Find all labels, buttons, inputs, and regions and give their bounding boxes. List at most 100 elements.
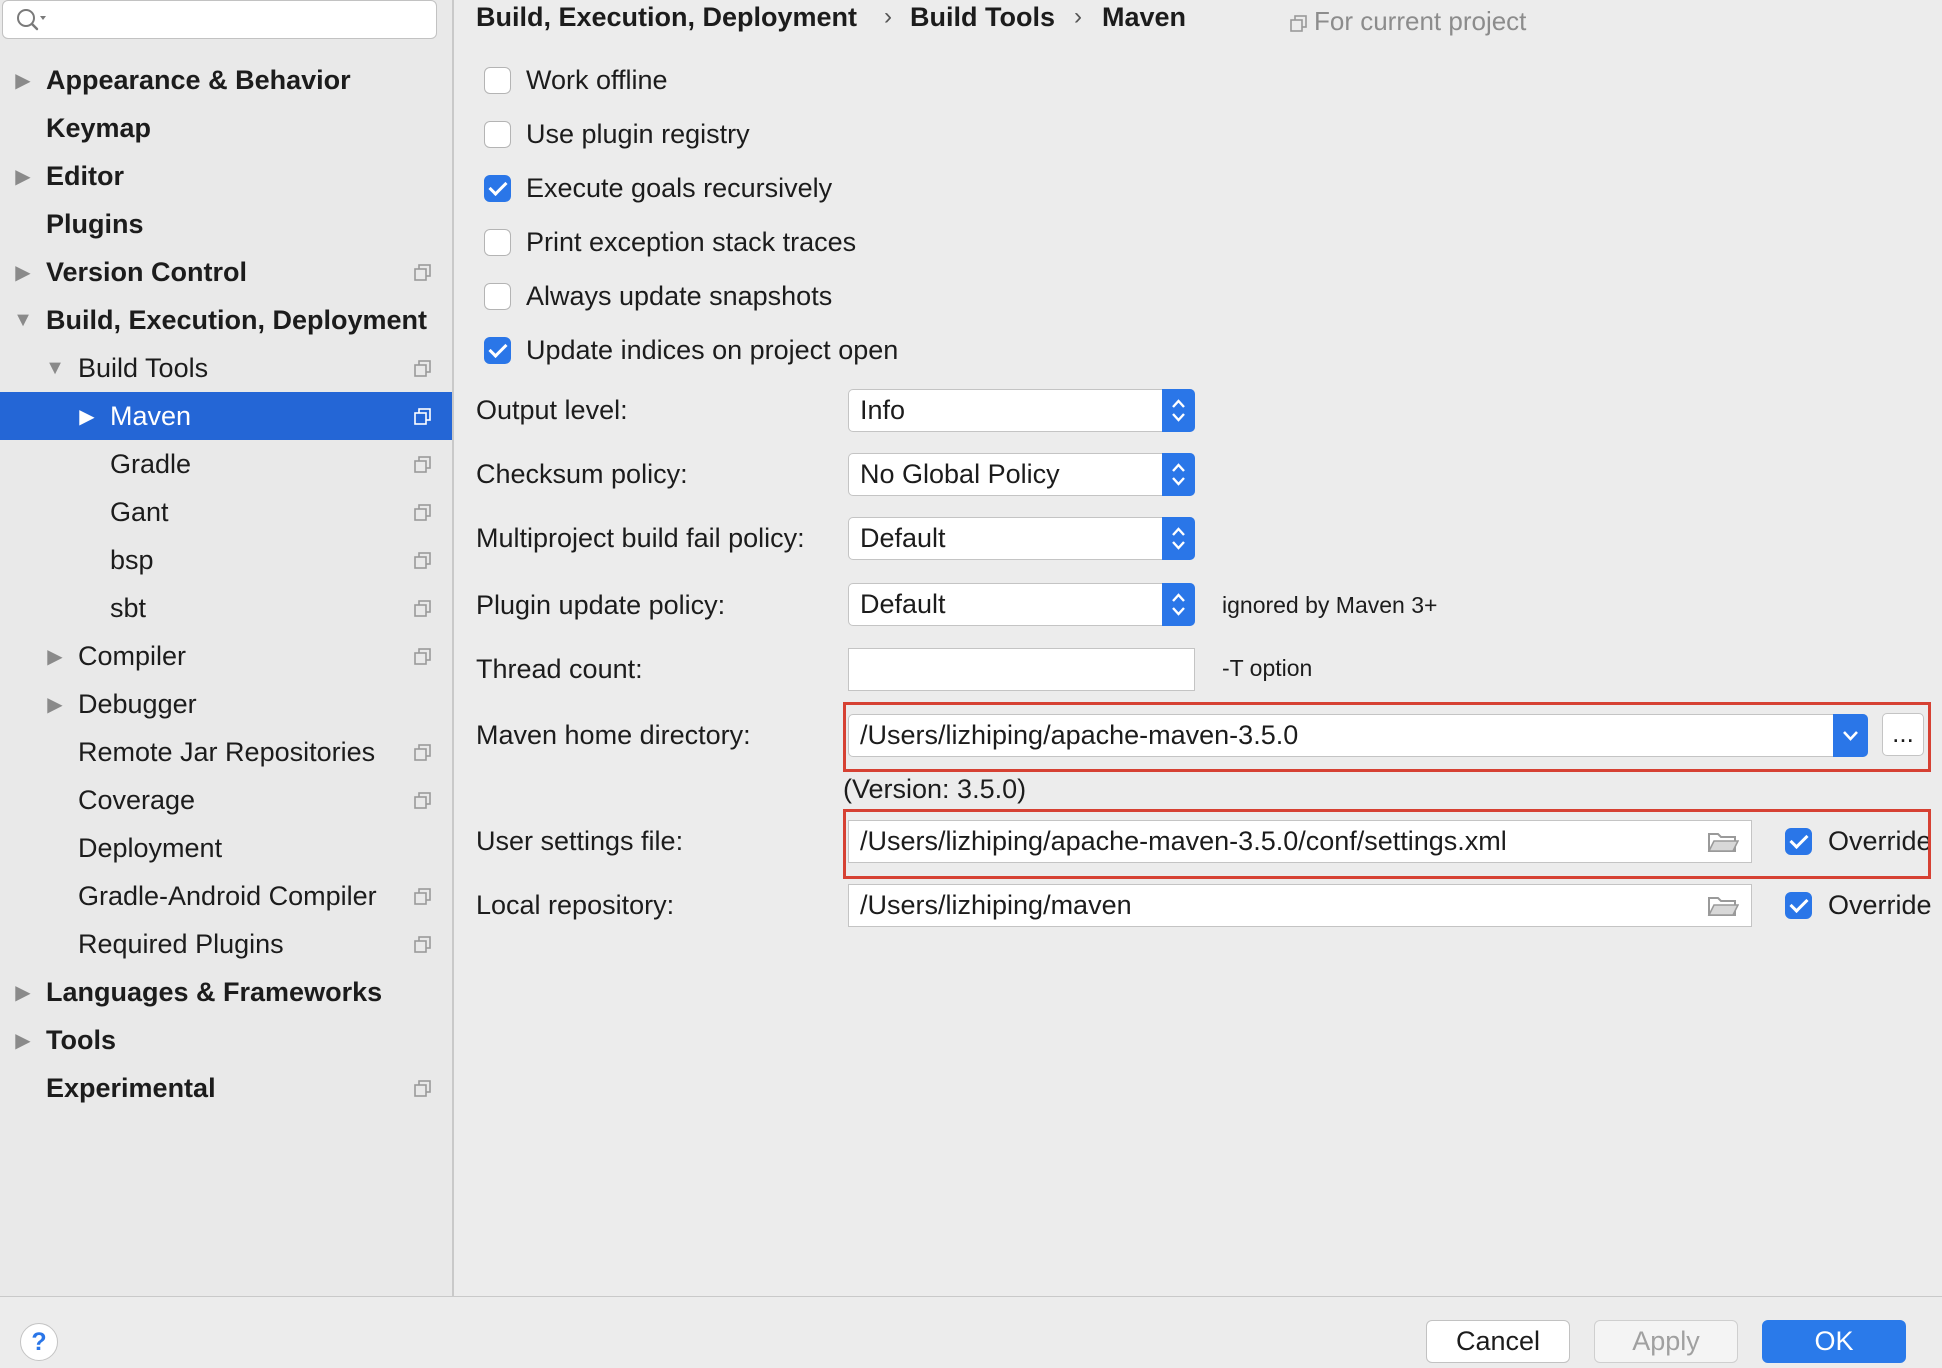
search-field[interactable] (2, 0, 437, 39)
sidebar-item-remote-jar-repositories[interactable]: Remote Jar Repositories (0, 728, 452, 776)
sidebar-item-label: Gradle-Android Compiler (78, 881, 377, 911)
sidebar-item-bsp[interactable]: bsp (0, 536, 452, 584)
sidebar-item-label: Gradle (110, 449, 192, 479)
sidebar-item-label: Version Control (46, 257, 248, 287)
output-level-value: Info (860, 395, 906, 425)
sidebar-item-plugins[interactable]: Plugins (0, 200, 452, 248)
sidebar-item-languages-and-frameworks[interactable]: ▶ Languages & Frameworks (0, 968, 452, 1016)
project-scope-icon (414, 648, 431, 665)
sidebar-item-label: Build, Execution, Deployment (46, 305, 428, 335)
breadcrumb-item-build-tools[interactable]: Build Tools (910, 0, 1055, 34)
multiproject-policy-label: Multiproject build fail policy: (476, 523, 805, 553)
project-scope-icon (414, 264, 431, 281)
checkbox[interactable] (484, 67, 511, 94)
project-scope-icon (414, 936, 431, 953)
ok-button[interactable]: OK (1762, 1320, 1906, 1363)
checkbox-label: Work offline (526, 65, 668, 95)
sidebar-item-debugger[interactable]: ▶ Debugger (0, 680, 452, 728)
thread-count-input[interactable] (848, 648, 1195, 691)
sidebar-item-deployment[interactable]: Deployment (0, 824, 452, 872)
local-repository-override-label: Override (1828, 890, 1932, 920)
sidebar-item-gant[interactable]: Gant (0, 488, 452, 536)
collapsed-arrow-icon[interactable]: ▶ (10, 152, 36, 200)
local-repository-label: Local repository: (476, 890, 675, 920)
sidebar-item-gradle-android-compiler[interactable]: Gradle-Android Compiler (0, 872, 452, 920)
highlight-frame-maven-home (843, 702, 1931, 772)
sidebar-item-maven[interactable]: ▶ Maven (0, 392, 452, 440)
sidebar-item-label: Compiler (78, 641, 187, 671)
sidebar-item-build-tools[interactable]: ▼ Build Tools (0, 344, 452, 392)
collapsed-arrow-icon[interactable]: ▶ (10, 968, 36, 1016)
sidebar-item-label: Required Plugins (78, 929, 284, 959)
breadcrumb-item-maven: Maven (1102, 2, 1187, 32)
collapsed-arrow-icon[interactable]: ▶ (74, 392, 100, 440)
checkbox[interactable] (484, 121, 511, 148)
sidebar-item-keymap[interactable]: Keymap (0, 104, 452, 152)
select-stepper-icon (1162, 583, 1195, 626)
thread-count-hint: -T option (1222, 655, 1313, 681)
collapsed-arrow-icon[interactable]: ▶ (10, 248, 36, 296)
local-repository-override-checkbox[interactable] (1785, 892, 1812, 919)
expanded-arrow-icon[interactable]: ▼ (42, 344, 68, 392)
sidebar-item-label: Keymap (46, 113, 152, 143)
sidebar-item-label: Deployment (78, 833, 223, 863)
project-scope-icon (414, 408, 431, 425)
checksum-policy-select[interactable]: No Global Policy (848, 453, 1195, 496)
plugin-update-hint: ignored by Maven 3+ (1222, 592, 1438, 618)
checkbox-label: Use plugin registry (526, 119, 750, 149)
sidebar-item-tools[interactable]: ▶ Tools (0, 1016, 452, 1064)
expanded-arrow-icon[interactable]: ▼ (10, 296, 36, 344)
sidebar-item-label: Debugger (78, 689, 197, 719)
scope-note-text: For current project (1314, 6, 1527, 36)
sidebar-item-experimental[interactable]: Experimental (0, 1064, 452, 1112)
sidebar-item-appearance-and-behavior[interactable]: ▶ Appearance & Behavior (0, 56, 452, 104)
local-repository-value: /Users/lizhiping/maven (860, 890, 1132, 920)
breadcrumb-item-build-execution[interactable]: Build, Execution, Deployment (476, 0, 857, 34)
maven-version-text: (Version: 3.5.0) (843, 774, 1027, 804)
project-scope-icon (414, 552, 431, 569)
checkbox-label: Print exception stack traces (526, 227, 857, 257)
project-scope-icon (414, 1080, 431, 1097)
sidebar-item-compiler[interactable]: ▶ Compiler (0, 632, 452, 680)
collapsed-arrow-icon[interactable]: ▶ (42, 632, 68, 680)
output-level-select[interactable]: Info (848, 389, 1195, 432)
plugin-update-policy-select[interactable]: Default (848, 583, 1195, 626)
sidebar-item-version-control[interactable]: ▶ Version Control (0, 248, 452, 296)
local-repository-override[interactable]: Override (1785, 885, 1935, 925)
cancel-button[interactable]: Cancel (1426, 1320, 1570, 1363)
project-scope-icon (414, 504, 431, 521)
collapsed-arrow-icon[interactable]: ▶ (10, 1016, 36, 1064)
project-scope-icon (414, 744, 431, 761)
sidebar-item-sbt[interactable]: sbt (0, 584, 452, 632)
checkbox-label: Update indices on project open (526, 335, 899, 365)
help-button[interactable]: ? (20, 1323, 58, 1361)
select-stepper-icon (1162, 517, 1195, 560)
collapsed-arrow-icon[interactable]: ▶ (10, 56, 36, 104)
collapsed-arrow-icon[interactable]: ▶ (42, 680, 68, 728)
checkbox[interactable] (484, 337, 511, 364)
thread-count-label: Thread count: (476, 654, 643, 684)
checkbox[interactable] (484, 229, 511, 256)
sidebar-item-label: Gant (110, 497, 169, 527)
sidebar-item-gradle[interactable]: Gradle (0, 440, 452, 488)
sidebar-item-label: bsp (110, 545, 154, 575)
output-level-label: Output level: (476, 395, 628, 425)
highlight-frame-user-settings (843, 809, 1931, 879)
breadcrumb-separator: › (884, 3, 892, 30)
sidebar-item-required-plugins[interactable]: Required Plugins (0, 920, 452, 968)
local-repository-input[interactable]: /Users/lizhiping/maven (848, 884, 1752, 927)
checkbox[interactable] (484, 175, 511, 202)
apply-button[interactable]: Apply (1594, 1320, 1738, 1363)
sidebar-item-coverage[interactable]: Coverage (0, 776, 452, 824)
project-scope-icon (414, 792, 431, 809)
sidebar-item-label: Maven (110, 401, 192, 431)
sidebar-item-build-execution-deployment[interactable]: ▼ Build, Execution, Deployment (0, 296, 452, 344)
checksum-policy-label: Checksum policy: (476, 459, 688, 489)
sidebar-item-label: Remote Jar Repositories (78, 737, 376, 767)
sidebar-item-label: Coverage (78, 785, 196, 815)
multiproject-policy-select[interactable]: Default (848, 517, 1195, 560)
folder-icon[interactable] (1707, 894, 1739, 918)
checkbox[interactable] (484, 283, 511, 310)
search-icon (17, 9, 46, 31)
sidebar-item-editor[interactable]: ▶ Editor (0, 152, 452, 200)
